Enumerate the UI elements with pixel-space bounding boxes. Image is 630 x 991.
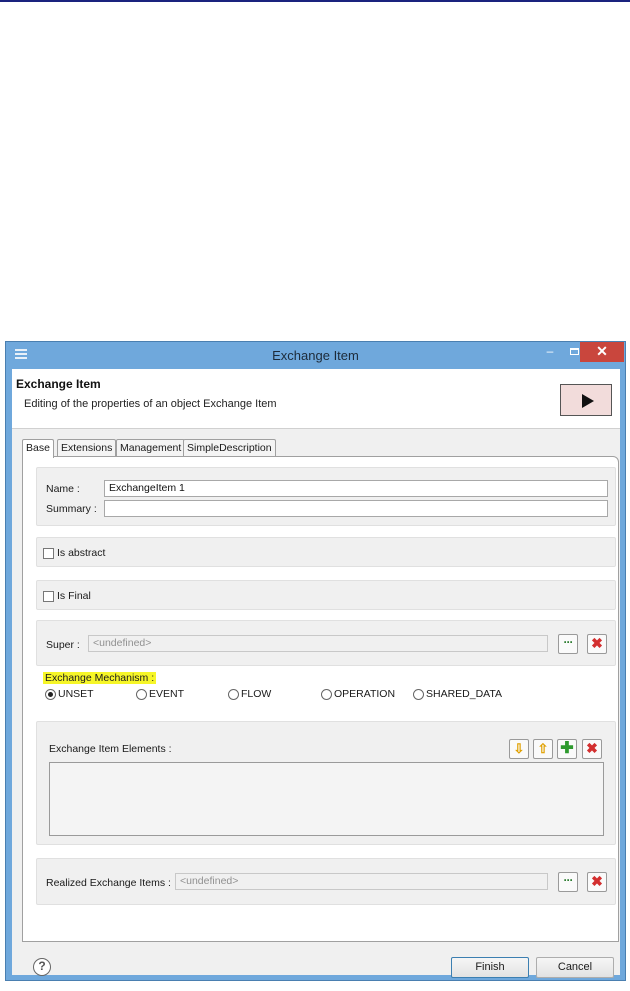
header-title: Exchange Item [16,377,101,391]
super-field: <undefined> [88,635,548,652]
tab-simple-description[interactable]: SimpleDescription [183,439,276,457]
name-summary-group: Name : ExchangeItem 1 Summary : [36,467,616,526]
play-arrow-icon [560,384,612,416]
radio-operation-label: OPERATION [334,688,396,700]
radio-shared-data[interactable] [413,689,424,700]
finish-button[interactable]: Finish [451,957,529,978]
header-subtitle: Editing of the properties of an object E… [24,398,277,410]
tab-extensions[interactable]: Extensions [57,439,117,457]
is-abstract-checkbox[interactable] [43,548,54,559]
exchange-item-elements-group: Exchange Item Elements : ⇩ ⇧ ✚ ✖ [36,721,616,845]
help-icon[interactable]: ? [33,958,51,976]
radio-flow-label: FLOW [241,688,272,700]
dialog-window: Exchange Item – ✕ Exchange Item Editing … [5,341,626,981]
mechanism-radio-group: UNSET EVENT FLOW OPERATION SHARED_DATA [36,678,616,709]
radio-event-label: EVENT [149,688,185,700]
maximize-icon [569,348,579,355]
radio-unset[interactable] [45,689,56,700]
realized-exchange-items-label: Realized Exchange Items : [46,877,171,889]
summary-field[interactable] [104,500,608,517]
cancel-button[interactable]: Cancel [536,957,614,978]
summary-label: Summary : [46,503,97,515]
name-label: Name : [46,483,80,495]
realized-exchange-items-field: <undefined> [175,873,548,890]
minimize-button[interactable]: – [538,342,562,362]
top-border-line [0,0,630,2]
dialog-header: Exchange Item Editing of the properties … [12,369,620,429]
is-abstract-label: Is abstract [57,547,106,559]
radio-flow[interactable] [228,689,239,700]
move-down-button[interactable]: ⇩ [509,739,529,759]
super-browse-button[interactable]: ··· [558,634,578,654]
super-group: Super : <undefined> ··· ✖ [36,620,616,666]
dialog-client: Exchange Item Editing of the properties … [12,369,620,978]
tab-base[interactable]: Base [22,439,54,458]
remove-element-button[interactable]: ✖ [582,739,602,759]
is-abstract-group: Is abstract [36,537,616,567]
is-final-group: Is Final [36,580,616,610]
exchange-item-elements-list[interactable] [49,762,604,836]
radio-unset-label: UNSET [58,688,94,700]
close-button[interactable]: ✕ [580,342,624,362]
realized-group: Realized Exchange Items : <undefined> ··… [36,858,616,905]
radio-operation[interactable] [321,689,332,700]
window-title: Exchange Item [272,348,359,363]
is-final-label: Is Final [57,590,91,602]
add-element-button[interactable]: ✚ [557,739,577,759]
title-bar[interactable]: Exchange Item – ✕ [6,342,625,369]
move-up-button[interactable]: ⇧ [533,739,553,759]
super-label: Super : [46,639,80,651]
tab-management[interactable]: Management [116,439,186,457]
realized-delete-button[interactable]: ✖ [587,872,607,892]
name-field[interactable]: ExchangeItem 1 [104,480,608,497]
tab-panel-base: Name : ExchangeItem 1 Summary : Is abstr… [22,456,619,942]
realized-browse-button[interactable]: ··· [558,872,578,892]
is-final-checkbox[interactable] [43,591,54,602]
exchange-item-elements-label: Exchange Item Elements : [49,743,172,755]
radio-event[interactable] [136,689,147,700]
super-delete-button[interactable]: ✖ [587,634,607,654]
radio-shared-data-label: SHARED_DATA [426,688,503,700]
dialog-footer: ? Finish Cancel [12,951,620,991]
